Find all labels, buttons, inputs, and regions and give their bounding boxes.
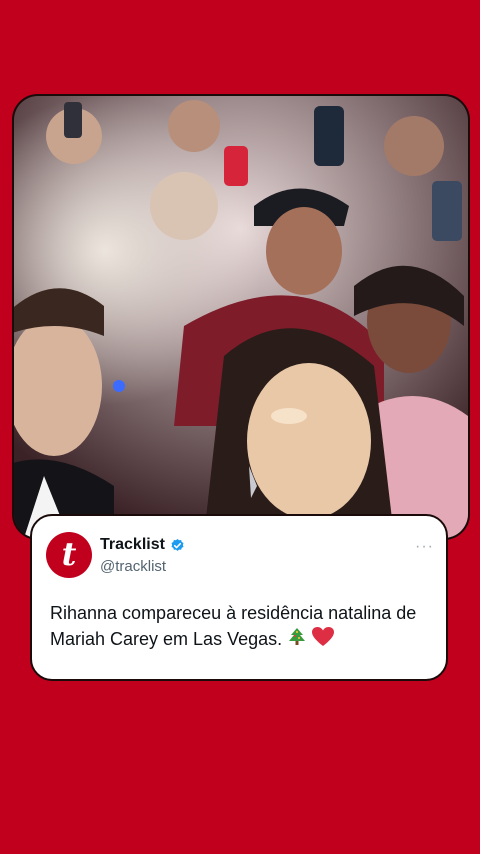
verified-badge-icon: [171, 538, 184, 551]
concert-video-frame[interactable]: [12, 94, 470, 540]
more-options-icon[interactable]: ···: [415, 538, 434, 556]
avatar[interactable]: t: [46, 532, 92, 578]
christmas-tree-icon: [289, 628, 306, 645]
tweet-card[interactable]: t Tracklist @tracklist ··· Rihanna compa…: [30, 514, 448, 681]
display-name[interactable]: Tracklist: [100, 536, 165, 554]
tweet-body: Rihanna compareceu à residência natalina…: [50, 603, 417, 649]
author-row: Tracklist: [100, 536, 185, 554]
red-heart-icon: [312, 627, 335, 646]
tweet-text: Rihanna compareceu à residência natalina…: [50, 600, 440, 652]
handle[interactable]: @tracklist: [100, 558, 166, 575]
concert-crowd-image: [14, 96, 468, 538]
